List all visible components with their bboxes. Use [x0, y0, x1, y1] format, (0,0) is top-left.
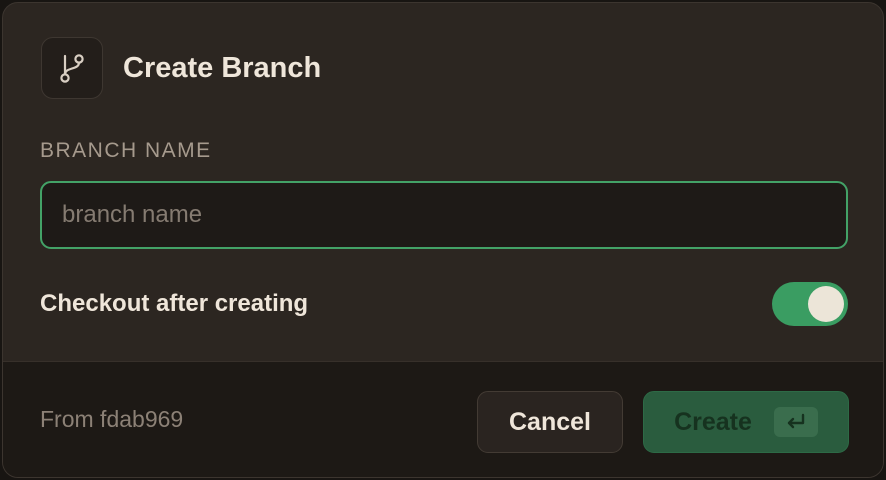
create-branch-dialog: Create Branch BRANCH NAME Checkout after… [2, 2, 884, 478]
checkout-toggle-row: Checkout after creating [40, 281, 848, 327]
branch-name-label: BRANCH NAME [40, 139, 212, 162]
git-branch-icon [41, 37, 103, 99]
branch-name-input[interactable] [40, 181, 848, 249]
from-commit-text: From fdab969 [40, 406, 184, 432]
dialog-footer: From fdab969 Cancel Create [3, 361, 883, 477]
enter-key-icon [773, 407, 818, 437]
create-button[interactable]: Create [643, 391, 849, 453]
create-button-label: Create [674, 407, 752, 436]
dialog-header: Create Branch [41, 37, 321, 99]
cancel-button-label: Cancel [509, 407, 591, 436]
checkout-toggle-label: Checkout after creating [40, 290, 309, 317]
cancel-button[interactable]: Cancel [477, 391, 623, 453]
toggle-knob [808, 286, 844, 322]
dialog-title: Create Branch [123, 51, 322, 84]
checkout-toggle[interactable] [772, 282, 848, 326]
